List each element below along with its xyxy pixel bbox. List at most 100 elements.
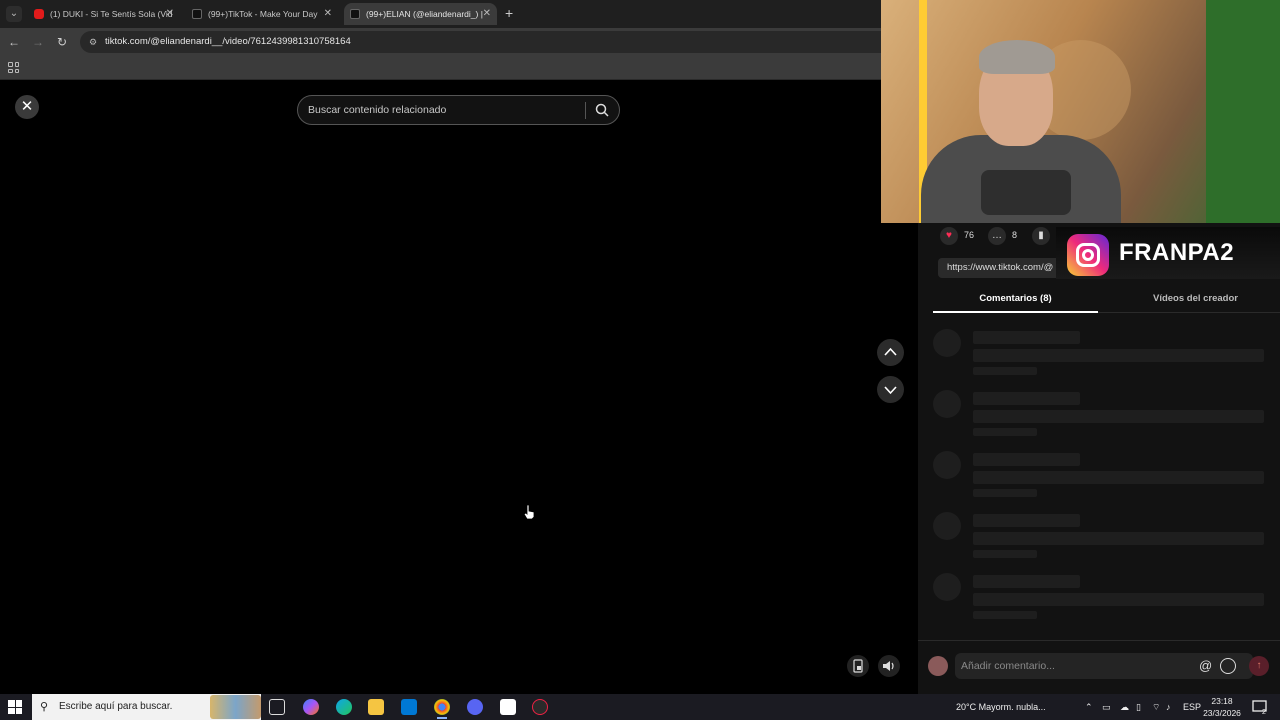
task-view-icon[interactable]	[269, 699, 285, 715]
obs-icon[interactable]	[532, 699, 548, 715]
taskbar-search[interactable]: ⚲ Escribe aquí para buscar.	[32, 694, 261, 720]
cloud-icon[interactable]: ☁	[1120, 694, 1129, 720]
weather-text: 20°C Mayorm. nubla...	[956, 702, 1046, 712]
tray-chevron-icon[interactable]: ⌃	[1085, 694, 1093, 720]
video-viewer: ✕ Buscar contenido relacionado	[0, 80, 918, 694]
search-highlight-image[interactable]	[210, 695, 261, 719]
capcut-icon[interactable]	[500, 699, 516, 715]
copilot-icon[interactable]	[303, 699, 319, 715]
notification-icon[interactable]: 2	[1252, 699, 1268, 715]
close-tab-icon[interactable]: ✕	[324, 3, 332, 25]
comment-skeleton-row	[933, 390, 1273, 440]
tab-title: (1) DUKI - Si Te Sentís Sola (Vid	[50, 9, 173, 19]
skeleton-avatar	[933, 573, 961, 601]
tab-tiktok-home[interactable]: (99+)TikTok - Make Your Day ✕	[186, 3, 338, 25]
tab-comments[interactable]: Comentarios (8)	[933, 286, 1098, 313]
file-explorer-icon[interactable]	[368, 699, 384, 715]
site-info-icon[interactable]: ⚙	[86, 35, 100, 49]
streamer-webcam	[881, 0, 1280, 223]
chevron-up-icon	[884, 347, 897, 356]
bookmark-icon[interactable]: ▮	[1032, 226, 1050, 245]
tab-duki[interactable]: (1) DUKI - Si Te Sentís Sola (Vid ✕	[28, 3, 180, 25]
comment-composer: Añadir comentario... @ ↑	[918, 640, 1280, 694]
skeleton-avatar	[933, 512, 961, 540]
windows-start-icon[interactable]	[8, 700, 22, 714]
url-text: tiktok.com/@eliandenardi__/video/7612439…	[105, 36, 351, 47]
skeleton-line	[973, 575, 1080, 588]
network-icon[interactable]: ▭	[1102, 694, 1111, 720]
avatar	[928, 656, 948, 676]
bookmark-stat[interactable]: ▮	[1032, 226, 1056, 245]
edge-icon[interactable]	[336, 699, 352, 715]
skeleton-line	[973, 392, 1080, 405]
skeleton-line	[973, 453, 1080, 466]
search-placeholder: Buscar contenido relacionado	[308, 104, 447, 116]
taskbar-search-placeholder: Escribe aquí para buscar.	[59, 701, 173, 712]
clock-date: 23/3/2026	[1203, 708, 1241, 718]
instagram-banner: FRANPA2	[1056, 227, 1280, 279]
hand-cursor-icon	[523, 504, 535, 520]
search-icon: ⚲	[40, 701, 49, 713]
skeleton-line	[973, 367, 1037, 375]
tab-elian[interactable]: (99+)ELIAN (@eliandenardi_) | ✕	[344, 3, 497, 25]
chrome-icon[interactable]	[434, 699, 450, 719]
windows-taskbar: ⚲ Escribe aquí para buscar. 20°C Mayorm.…	[0, 694, 1280, 720]
back-icon[interactable]: ←	[6, 34, 22, 50]
tiktok-icon	[350, 9, 360, 19]
skeleton-line	[973, 471, 1264, 484]
panel-tabs: Comentarios (8) Vídeos del creador	[933, 286, 1280, 313]
like-stat[interactable]: ♥ 76	[940, 226, 974, 245]
tab-title: (99+)TikTok - Make Your Day	[208, 9, 318, 19]
volume-button[interactable]	[878, 655, 900, 677]
speaker-icon[interactable]: ♪	[1166, 694, 1171, 720]
comment-stat[interactable]: … 8	[988, 226, 1017, 245]
comment-placeholder: Añadir comentario...	[961, 660, 1055, 672]
emoji-icon[interactable]	[1220, 658, 1236, 674]
volume-icon	[883, 661, 894, 671]
tab-title: (99+)ELIAN (@eliandenardi_) |	[366, 9, 483, 19]
send-comment-button[interactable]: ↑	[1249, 656, 1269, 676]
skeleton-line	[973, 611, 1037, 619]
instagram-icon	[1067, 234, 1109, 276]
notification-count: 2	[1262, 709, 1266, 715]
comment-skeleton-row	[933, 512, 1273, 562]
skeleton-avatar	[933, 329, 961, 357]
skeleton-line	[973, 331, 1080, 344]
related-search-box[interactable]: Buscar contenido relacionado	[297, 95, 620, 125]
screen: ⌄ (1) DUKI - Si Te Sentís Sola (Vid ✕ (9…	[0, 0, 1280, 720]
search-divider	[585, 102, 586, 119]
battery-icon[interactable]: ▯	[1136, 694, 1141, 720]
new-tab-button[interactable]: +	[505, 5, 519, 21]
reload-icon[interactable]: ↻	[54, 34, 70, 50]
forward-icon[interactable]: →	[30, 34, 46, 50]
skeleton-avatar	[933, 451, 961, 479]
discord-icon[interactable]	[467, 699, 483, 715]
skeleton-line	[973, 489, 1037, 497]
floating-player-button[interactable]	[847, 655, 869, 677]
comment-icon[interactable]: …	[988, 226, 1006, 245]
outlook-icon[interactable]	[401, 699, 417, 715]
mention-icon[interactable]: @	[1199, 658, 1212, 674]
comment-input[interactable]: Añadir comentario... @	[955, 653, 1253, 679]
tab-search-button[interactable]: ⌄	[6, 6, 22, 22]
apps-grid-icon[interactable]	[8, 62, 19, 73]
clock-time: 23:18	[1211, 696, 1233, 706]
next-video-button[interactable]	[877, 376, 904, 403]
heart-icon[interactable]: ♥	[940, 226, 958, 245]
close-viewer-button[interactable]: ✕	[15, 95, 39, 119]
search-icon[interactable]	[594, 102, 610, 118]
like-count: 76	[964, 230, 975, 240]
green-wall	[1206, 0, 1280, 223]
skeleton-line	[973, 514, 1080, 527]
close-tab-icon[interactable]: ✕	[483, 3, 491, 25]
previous-video-button[interactable]	[877, 339, 904, 366]
mini-player-icon	[853, 659, 863, 673]
chevron-down-icon	[884, 386, 897, 395]
tab-creator-videos[interactable]: Vídeos del creador	[1113, 286, 1278, 313]
comment-skeleton-row	[933, 451, 1273, 501]
weather-widget[interactable]: 20°C Mayorm. nubla...	[956, 694, 1046, 720]
close-tab-icon[interactable]: ✕	[166, 3, 174, 25]
taskbar-clock[interactable]: 23:18 23/3/2026	[1198, 695, 1246, 719]
wifi-icon[interactable]: ⌔	[1152, 694, 1160, 720]
youtube-icon	[34, 9, 44, 19]
